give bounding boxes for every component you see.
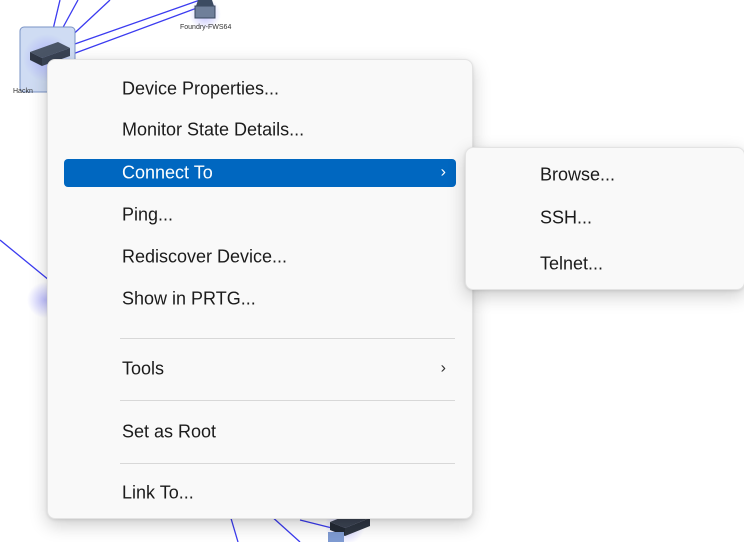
menu-separator — [120, 400, 455, 401]
menu-item-device-properties[interactable]: Device Properties... — [64, 74, 456, 104]
menu-item-label: Link To... — [122, 482, 194, 503]
menu-item-link-to[interactable]: Link To... — [64, 478, 456, 508]
menu-item-ping[interactable]: Ping... — [64, 200, 456, 230]
menu-item-set-as-root[interactable]: Set as Root — [64, 417, 456, 447]
connect-to-submenu: Browse... SSH... Telnet... — [465, 147, 744, 290]
menu-item-label: Connect To — [122, 162, 213, 183]
context-menu: Device Properties... Monitor State Detai… — [47, 59, 473, 519]
menu-item-show-in-prtg[interactable]: Show in PRTG... — [64, 284, 456, 314]
device-label-foundry: Foundry-FWS64 — [180, 24, 232, 31]
submenu-item-label: Browse... — [540, 164, 616, 185]
link-line — [229, 514, 239, 542]
menu-separator — [120, 338, 455, 339]
menu-item-tools[interactable]: Tools › — [64, 354, 456, 384]
device-label-left: Hackn — [13, 88, 33, 95]
menu-item-label: Ping... — [122, 204, 174, 225]
submenu-item-browse[interactable]: Browse... — [474, 160, 736, 190]
menu-item-label: Set as Root — [122, 421, 217, 442]
menu-item-label: Monitor State Details... — [122, 119, 305, 140]
menu-item-label: Rediscover Device... — [122, 246, 288, 267]
menu-item-connect-to[interactable]: Connect To › — [64, 159, 456, 187]
menu-item-monitor-state-details[interactable]: Monitor State Details... — [64, 115, 456, 145]
submenu-item-telnet[interactable]: Telnet... — [474, 249, 736, 279]
menu-item-rediscover-device[interactable]: Rediscover Device... — [64, 242, 456, 272]
link-line — [71, 0, 201, 46]
link-line — [269, 514, 301, 542]
submenu-item-ssh[interactable]: SSH... — [474, 203, 736, 233]
chevron-right-icon: › — [440, 359, 446, 377]
menu-item-label: Tools — [122, 358, 165, 379]
menu-separator — [120, 463, 455, 464]
chevron-right-icon: › — [440, 163, 446, 181]
menu-item-label: Device Properties... — [122, 78, 280, 99]
submenu-item-label: Telnet... — [540, 253, 604, 274]
submenu-item-label: SSH... — [540, 207, 593, 228]
menu-item-label: Show in PRTG... — [122, 288, 256, 309]
